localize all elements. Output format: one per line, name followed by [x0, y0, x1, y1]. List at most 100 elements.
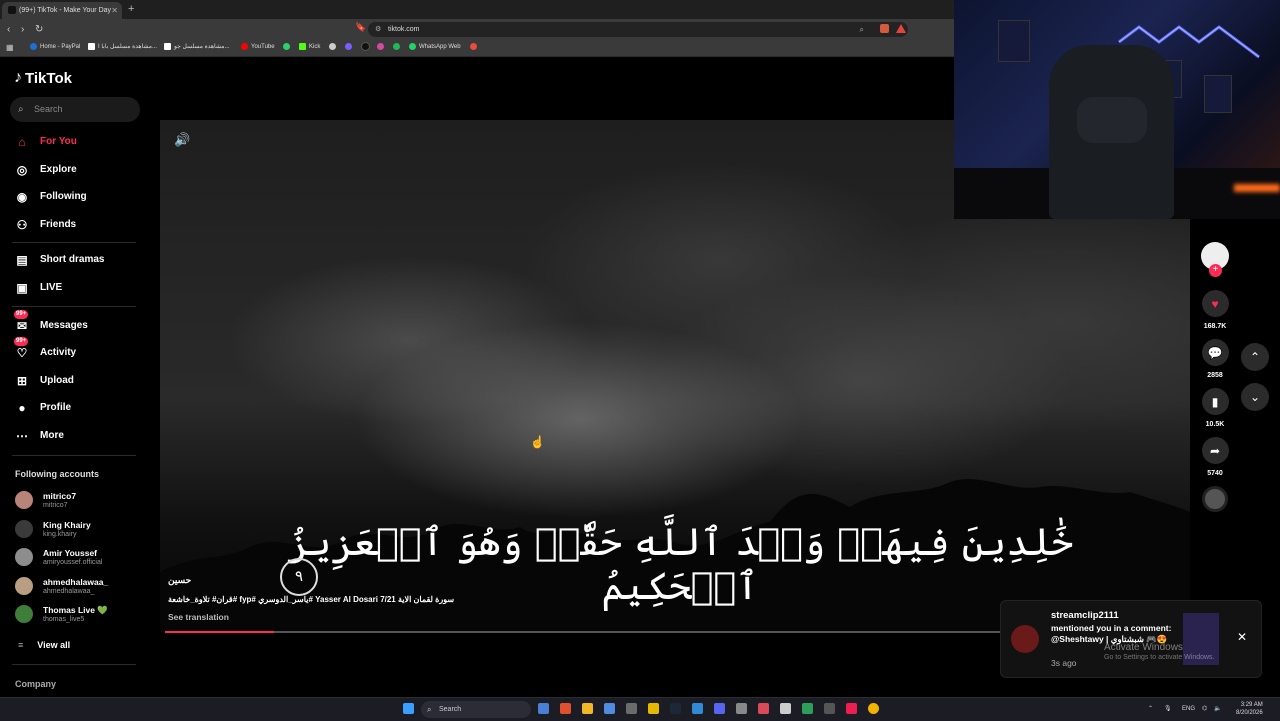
task-view-icon[interactable]	[538, 703, 549, 714]
tray-chevron-icon[interactable]: ⌃	[1148, 698, 1153, 721]
new-tab-icon[interactable]: +	[128, 2, 134, 17]
volume-icon[interactable]: 🔊	[174, 132, 190, 148]
windows-taskbar: ⌕ Search ⌃ 🎙 ENG ⌬ 🔈 3:29 AM 8/20/2026	[0, 697, 1280, 721]
company-link[interactable]: Company	[15, 679, 56, 689]
account-item[interactable]: ahmedhalawaa_ ahmedhalawaa_	[15, 574, 155, 598]
bookmark-item[interactable]: YouTube	[241, 40, 275, 55]
more-icon: ⋯	[16, 429, 28, 443]
brave-rewards-icon[interactable]	[896, 24, 906, 33]
clock[interactable]: 3:29 AM 8/20/2026	[1236, 701, 1263, 717]
nav-short-dramas[interactable]: ▤ Short dramas	[12, 250, 152, 270]
apps-grid-icon[interactable]: ▦	[6, 43, 14, 52]
taskbar-search[interactable]: ⌕ Search	[421, 701, 531, 718]
account-item[interactable]: King Khairy king.khairy	[15, 517, 155, 541]
forward-icon[interactable]: ›	[21, 22, 24, 37]
app-icon[interactable]	[802, 703, 813, 714]
bookmark-item[interactable]: WhatsApp Web	[409, 40, 461, 55]
nav-explore[interactable]: ◎ Explore	[12, 160, 152, 180]
app-icon[interactable]	[648, 703, 659, 714]
avatar	[15, 548, 33, 566]
see-translation-link[interactable]: See translation	[168, 612, 229, 622]
tiktok-logo[interactable]: ♪ TikTok	[14, 69, 72, 87]
save-button[interactable]: ▮ 10.5K	[1200, 388, 1230, 428]
nav-more[interactable]: ⋯ More	[12, 426, 152, 446]
file-explorer-icon[interactable]	[582, 703, 593, 714]
bookmark-item[interactable]	[393, 40, 403, 55]
app-icon[interactable]	[780, 703, 791, 714]
nav-profile[interactable]: ● Profile	[12, 398, 152, 418]
close-icon[interactable]: ✕	[1237, 630, 1247, 644]
next-video-button[interactable]: ⌄	[1241, 383, 1269, 411]
app-icon[interactable]	[736, 703, 747, 714]
creator-avatar[interactable]: +	[1201, 242, 1229, 277]
account-item[interactable]: Thomas Live 💚 thomas_live5	[15, 602, 155, 626]
app-icon[interactable]	[824, 703, 835, 714]
site-info-icon[interactable]: ⚙	[375, 22, 381, 37]
tiktok-sidebar: ♪ TikTok ⌕ Search ⌂ For You ◎ Explore ◉ Fol…	[0, 57, 160, 697]
calendar-icon[interactable]	[604, 703, 615, 714]
music-disc-icon[interactable]	[1202, 486, 1228, 512]
previous-video-button[interactable]: ⌃	[1241, 343, 1269, 371]
bookmark-item[interactable]	[361, 40, 373, 55]
reload-icon[interactable]: ↻	[35, 22, 43, 37]
wall-poster	[1204, 75, 1232, 113]
app-icon[interactable]	[626, 703, 637, 714]
bookmark-item[interactable]: Kick	[299, 40, 320, 55]
youtube-icon	[241, 42, 248, 50]
nav-following[interactable]: ◉ Following	[12, 187, 152, 207]
bookmark-page-icon[interactable]: 🔖	[355, 22, 366, 33]
url-input[interactable]: ⚙ tiktok.com ⌕	[368, 22, 908, 37]
tiktok-app-icon[interactable]	[846, 703, 857, 714]
bookmark-item[interactable]: مشاهدة مسلسل جو...	[164, 40, 229, 55]
zoom-icon[interactable]: ⌕	[860, 22, 864, 37]
app-icon[interactable]	[758, 703, 769, 714]
account-item[interactable]: mitrico7 mitrico7	[15, 488, 155, 512]
discord-icon[interactable]	[714, 703, 725, 714]
volume-tray-icon[interactable]: 🔈	[1214, 698, 1221, 721]
chrome-icon[interactable]	[868, 703, 879, 714]
windows-start-icon[interactable]	[403, 703, 414, 714]
nav-messages[interactable]: ✉ 99+ Messages	[12, 310, 152, 336]
account-item[interactable]: Amir Youssef amiryoussef.official	[15, 545, 155, 569]
tab-title: (99+) TikTok - Make Your Day	[19, 7, 112, 14]
bookmark-item[interactable]	[470, 40, 480, 55]
bookmark-item[interactable]	[283, 40, 293, 55]
notification-toast[interactable]: streamclip2111 mentioned you in a commen…	[1000, 600, 1262, 678]
browser-tab[interactable]: (99+) TikTok - Make Your Day ✕	[2, 2, 122, 19]
close-tab-icon[interactable]: ✕	[111, 2, 118, 19]
bookmark-item[interactable]	[329, 40, 339, 55]
bookmark-item[interactable]	[377, 40, 387, 55]
address-bar-row: ‹ › ↻ 🔖 ⚙ tiktok.com ⌕	[0, 19, 954, 40]
view-all-button[interactable]: ≡ View all	[18, 640, 70, 650]
nav-activity[interactable]: ♡ 99+ Activity	[12, 337, 152, 363]
microphone-icon[interactable]: 🎙	[1164, 698, 1172, 721]
messages-badge: 99+	[14, 310, 29, 319]
bookmark-item[interactable]: مشاهدة مسلسل بابا ا...	[88, 40, 157, 55]
share-icon: ➦	[1201, 437, 1229, 464]
video-author[interactable]: حسين	[168, 575, 191, 586]
edge-icon[interactable]	[692, 703, 703, 714]
back-icon[interactable]: ‹	[7, 22, 10, 37]
nav-friends[interactable]: ⚇ Friends	[12, 215, 152, 235]
language-indicator[interactable]: ENG	[1182, 698, 1195, 721]
bookmark-item[interactable]	[345, 40, 355, 55]
network-icon[interactable]: ⌬	[1202, 698, 1207, 721]
site-icon	[329, 42, 336, 50]
steam-icon[interactable]	[670, 703, 681, 714]
nav-live[interactable]: ▣ LIVE	[12, 278, 152, 298]
url-text: tiktok.com	[388, 26, 420, 33]
comment-button[interactable]: 💬 2858	[1200, 339, 1230, 379]
nav-for-you[interactable]: ⌂ For You	[12, 132, 152, 152]
video-progress-bar[interactable]	[165, 631, 1000, 633]
brave-browser-icon[interactable]	[560, 703, 571, 714]
bookmark-item[interactable]: Home - PayPal	[30, 40, 80, 55]
nav-upload[interactable]: ⊞ Upload	[12, 371, 152, 391]
comment-icon: 💬	[1201, 339, 1229, 366]
follow-plus-icon[interactable]: +	[1209, 264, 1222, 277]
like-button[interactable]: ♥ 168.7K	[1200, 290, 1230, 330]
search-input[interactable]: ⌕ Search	[10, 97, 140, 122]
brave-shield-icon[interactable]	[880, 24, 889, 33]
upload-icon: ⊞	[16, 374, 28, 388]
share-button[interactable]: ➦ 5740	[1200, 437, 1230, 477]
browser-tab-bar: (99+) TikTok - Make Your Day ✕ +	[0, 0, 954, 19]
